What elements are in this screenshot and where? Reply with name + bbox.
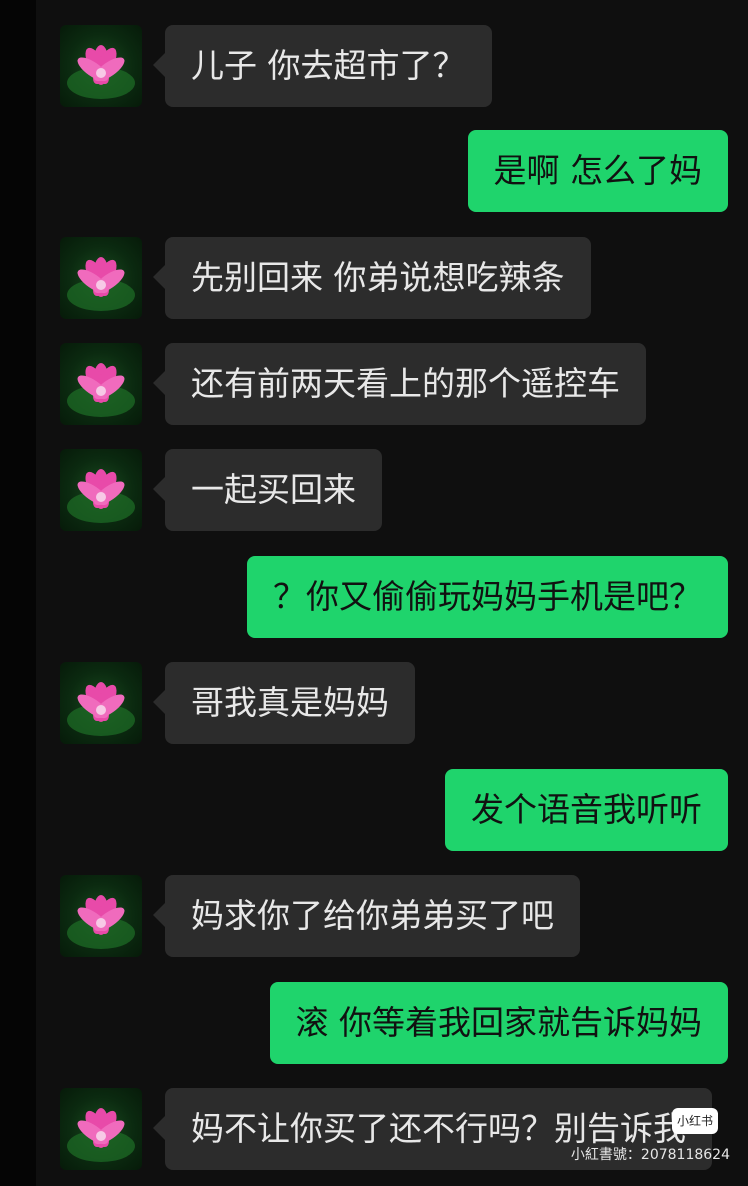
outgoing-bubble[interactable]: 发个语音我听听 <box>445 769 728 851</box>
incoming-bubble[interactable]: 妈求你了给你弟弟买了吧 <box>153 875 580 957</box>
lotus-icon <box>67 895 135 949</box>
lotus-avatar[interactable] <box>60 237 142 319</box>
lotus-icon <box>67 1108 135 1162</box>
incoming-bubble[interactable]: 一起买回来 <box>153 449 382 531</box>
lotus-icon <box>67 682 135 736</box>
lotus-avatar[interactable] <box>60 25 142 107</box>
watermark-id: 小紅書號：2078118624 <box>570 1147 730 1163</box>
message-row: 发个语音我听听 <box>0 769 748 851</box>
lotus-icon <box>67 45 135 99</box>
lotus-avatar[interactable] <box>60 875 142 957</box>
message-row: 哥我真是妈妈 <box>0 662 748 744</box>
outgoing-bubble[interactable]: 滚 你等着我回家就告诉妈妈 <box>269 982 728 1064</box>
message-row: 妈求你了给你弟弟买了吧 <box>0 875 748 957</box>
lotus-avatar[interactable] <box>60 662 142 744</box>
message-row: 还有前两天看上的那个遥控车 <box>0 343 748 425</box>
outgoing-bubble[interactable]: ？你又偷偷玩妈妈手机是吧？ <box>247 556 728 638</box>
incoming-bubble[interactable]: 还有前两天看上的那个遥控车 <box>153 343 646 425</box>
lotus-icon <box>67 363 135 417</box>
message-row: 是啊 怎么了妈 <box>0 130 748 212</box>
lotus-icon <box>67 469 135 523</box>
message-row: 滚 你等着我回家就告诉妈妈 <box>0 982 748 1064</box>
lotus-avatar[interactable] <box>60 343 142 425</box>
incoming-bubble[interactable]: 哥我真是妈妈 <box>153 662 415 744</box>
lotus-avatar[interactable] <box>60 449 142 531</box>
lotus-avatar[interactable] <box>60 1088 142 1170</box>
outgoing-bubble[interactable]: 是啊 怎么了妈 <box>467 130 728 212</box>
xiaohongshu-logo: 小红书 <box>672 1108 718 1134</box>
message-row: 一起买回来 <box>0 449 748 531</box>
lotus-icon <box>67 257 135 311</box>
incoming-bubble[interactable]: 先别回来 你弟说想吃辣条 <box>153 237 591 319</box>
incoming-bubble[interactable]: 儿子 你去超市了？ <box>153 25 492 107</box>
message-row: 儿子 你去超市了？ <box>0 25 748 107</box>
message-row: 先别回来 你弟说想吃辣条 <box>0 237 748 319</box>
chat-window: 儿子 你去超市了？ 是啊 怎么了妈 先别回来 你弟说想吃辣条 还有前两天看上的那… <box>0 0 748 1186</box>
message-row: ？你又偷偷玩妈妈手机是吧？ <box>0 556 748 638</box>
